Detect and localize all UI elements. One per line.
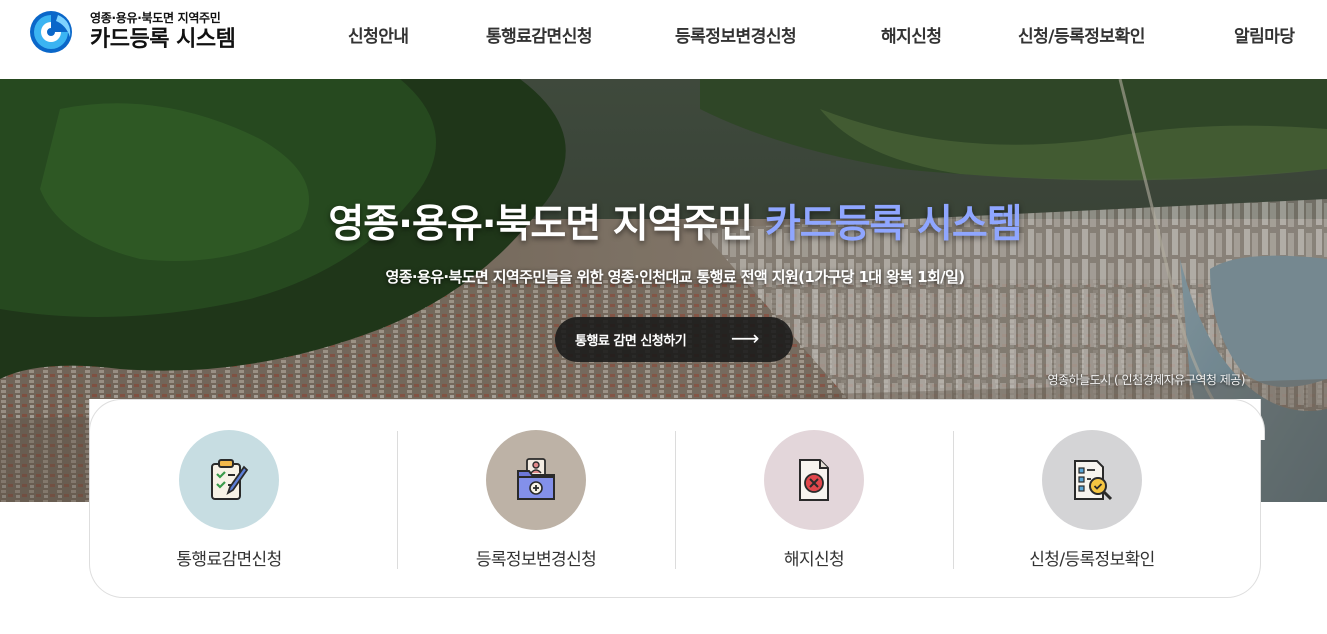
site-header: 영종·용유·북도면 지역주민 카드등록 시스템 신청안내 통행료감면신청 등록정…: [0, 0, 1327, 79]
hero-title-main: 영종·용유·북도면 지역주민: [328, 202, 765, 247]
arrow-right-icon: ⟶: [730, 326, 760, 350]
nav-item-guide[interactable]: 신청안내: [348, 22, 409, 47]
hero-description: 영종·용유·북도면 지역주민들을 위한 영종·인천대교 통행료 전액 지원(1가…: [385, 268, 966, 286]
document-cancel-icon: [799, 459, 829, 501]
folder-user-add-icon: [517, 458, 555, 500]
nav-item-notice[interactable]: 알림마당: [1234, 22, 1295, 47]
quick-item-toll-reduction[interactable]: 통행료감면신청: [90, 430, 368, 580]
quick-item-confirm[interactable]: 신청/등록정보확인: [953, 430, 1231, 580]
quick-label-toll-reduction: 통행료감면신청: [176, 550, 282, 570]
nav-item-info-change[interactable]: 등록정보변경신청: [675, 22, 797, 47]
quick-icon-circle: [486, 430, 586, 530]
main-nav: 신청안내 통행료감면신청 등록정보변경신청 해지신청 신청/등록정보확인 알림마…: [0, 22, 1327, 48]
nav-item-cancel[interactable]: 해지신청: [881, 22, 942, 47]
clipboard-checklist-icon: [211, 459, 249, 500]
quick-icon-circle: [764, 430, 864, 530]
quick-label-info-change: 등록정보변경신청: [475, 550, 597, 570]
apply-button-label: 통행료 감면 신청하기: [575, 334, 687, 349]
quick-item-cancel[interactable]: 해지신청: [675, 430, 953, 580]
quick-item-info-change[interactable]: 등록정보변경신청: [397, 430, 675, 580]
hero-title: 영종·용유·북도면 지역주민 카드등록 시스템: [0, 193, 1327, 249]
quick-menu: 통행료감면신청 등록정보변경신청 해지신청 신청/등록정보확인: [89, 399, 1265, 598]
nav-item-toll-reduction[interactable]: 통행료감면신청: [486, 22, 592, 47]
quick-icon-circle: [1042, 430, 1142, 530]
quick-label-cancel: 해지신청: [783, 550, 845, 570]
apply-toll-reduction-button[interactable]: 통행료 감면 신청하기 ⟶: [555, 317, 793, 362]
document-search-check-icon: [1074, 460, 1113, 501]
quick-icon-circle: [179, 430, 279, 530]
nav-item-confirm[interactable]: 신청/등록정보확인: [1018, 22, 1145, 47]
hero-title-accent: 카드등록 시스템: [764, 202, 1023, 247]
image-credit: 영종하늘도시 ( 인천경제자유구역청 제공): [1047, 373, 1246, 387]
quick-label-confirm: 신청/등록정보확인: [1029, 550, 1155, 570]
